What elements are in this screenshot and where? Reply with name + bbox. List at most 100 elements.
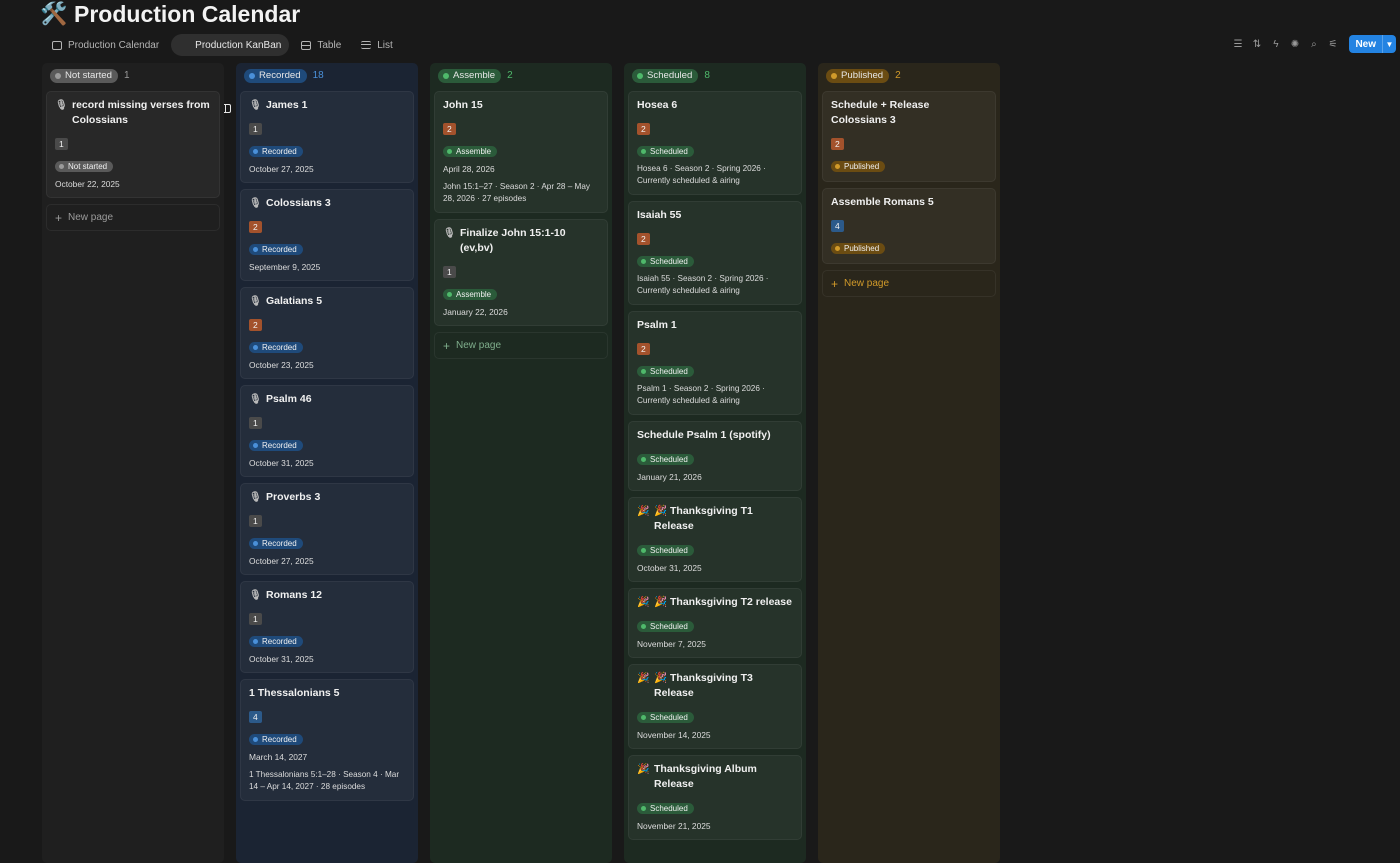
new-button-label[interactable]: New: [1349, 35, 1382, 53]
card-title-text: Colossians 3: [266, 197, 331, 209]
card-title[interactable]: 🎙 James 1: [249, 98, 405, 113]
kanban-card[interactable]: Isaiah 55 2 Scheduled Isaiah 55 · Season 2 …: [628, 201, 802, 305]
tab-production-kanban[interactable]: Production KanBan: [171, 34, 290, 113]
card-status-row: Assemble: [443, 284, 599, 306]
column-count: 2: [895, 70, 901, 81]
new-page-button[interactable]: + New page: [822, 270, 996, 297]
party-popper-icon: 🎉: [637, 673, 650, 684]
tab-list[interactable]: List: [353, 34, 401, 56]
card-status-row: Scheduled: [637, 141, 793, 163]
card-tag-row: 1: [249, 119, 405, 141]
card-title[interactable]: Schedule + Release Colossians 3: [831, 98, 987, 128]
card-title[interactable]: 🎙 Psalm 46: [249, 392, 405, 407]
kanban-card[interactable]: 1 Thessalonians 5 4 Recorded March 14, 2027…: [240, 679, 414, 801]
column-status-pill[interactable]: Not started: [50, 68, 118, 83]
card-number-tag: 4: [831, 220, 844, 232]
kanban-card[interactable]: Schedule + Release Colossians 3 2 Publishe…: [822, 91, 996, 182]
new-page-button[interactable]: + New page: [434, 332, 608, 359]
status-dot-icon: [641, 548, 646, 553]
sort-icon[interactable]: ⇅: [1250, 36, 1263, 53]
card-title[interactable]: Isaiah 55: [637, 208, 793, 223]
card-title[interactable]: Psalm 1: [637, 318, 793, 333]
new-button[interactable]: New ▼: [1349, 35, 1396, 53]
kanban-card[interactable]: 🎙 Galatians 5 2 Recorded October 23, 2025: [240, 287, 414, 379]
column-status-pill[interactable]: Published: [826, 68, 890, 83]
kanban-card[interactable]: 🎙 Finalize John 15:1-10 (ev,bv) 1 Assemble J…: [434, 219, 608, 326]
card-date: October 27, 2025: [249, 164, 314, 174]
kanban-card[interactable]: 🎙 record missing verses from Colossians 1 N…: [46, 91, 220, 198]
column-status-label: Assemble: [453, 70, 496, 81]
kanban-card[interactable]: 🎉 🎉 Thanksgiving T1 Release Scheduled Octob…: [628, 497, 802, 582]
card-status-label: Scheduled: [650, 713, 688, 722]
tab-table[interactable]: Table: [293, 34, 349, 56]
card-number-tag: 1: [249, 123, 262, 135]
kanban-card[interactable]: 🎙 Psalm 46 1 Recorded October 31, 2025: [240, 385, 414, 477]
card-number-tag: 1: [249, 515, 262, 527]
kanban-card[interactable]: 🎙 Romans 12 1 Recorded October 31, 2025: [240, 581, 414, 673]
page-title[interactable]: Production Calendar: [74, 1, 300, 28]
card-title[interactable]: Schedule Psalm 1 (spotify): [637, 428, 793, 443]
card-status-row: Published: [831, 238, 987, 256]
card-title[interactable]: 🎙 Colossians 3: [249, 196, 405, 211]
card-title[interactable]: 🎙 Finalize John 15:1-10 (ev,bv): [443, 226, 599, 256]
kanban-card[interactable]: Assemble Romans 5 4 Published: [822, 188, 996, 264]
kanban-card[interactable]: 🎙 Colossians 3 2 Recorded September 9, 2025: [240, 189, 414, 281]
card-title[interactable]: 🎙 Romans 12: [249, 588, 405, 603]
status-dot-icon: [641, 624, 646, 629]
card-title-text: Galatians 5: [266, 295, 323, 307]
card-title[interactable]: John 15: [443, 98, 599, 113]
card-title[interactable]: 🎙 Proverbs 3: [249, 490, 405, 505]
card-title[interactable]: 🎉 🎉 Thanksgiving T3 Release: [637, 671, 793, 701]
ai-icon[interactable]: ✺: [1288, 36, 1301, 53]
card-tag-row: 2: [249, 217, 405, 239]
card-status-pill: Published: [831, 243, 886, 254]
status-dot-icon: [253, 541, 258, 546]
column-count: 2: [507, 70, 513, 81]
chevron-down-icon[interactable]: ▼: [1382, 35, 1396, 53]
card-date: January 21, 2026: [637, 472, 702, 482]
microphone-icon: 🎙: [249, 492, 262, 503]
new-page-button[interactable]: + New page: [46, 204, 220, 231]
table-icon: [301, 40, 312, 50]
status-dot-icon: [253, 247, 258, 252]
card-title[interactable]: 🎉 Thanksgiving Album Release: [637, 762, 793, 792]
card-status-label: Recorded: [262, 539, 297, 548]
card-title-text: Schedule Psalm 1 (spotify): [637, 429, 771, 441]
kanban-card[interactable]: Psalm 1 2 Scheduled Psalm 1 · Season 2 · Sp…: [628, 311, 802, 415]
kanban-card[interactable]: 🎙 Proverbs 3 1 Recorded October 27, 2025: [240, 483, 414, 575]
card-title[interactable]: 🎙 record missing verses from Colossians: [55, 98, 211, 128]
kanban-card[interactable]: 🎉 🎉 Thanksgiving T3 Release Scheduled Novem…: [628, 664, 802, 749]
card-status-label: Scheduled: [650, 455, 688, 464]
kanban-card[interactable]: 🎉 Thanksgiving Album Release Scheduled Nove…: [628, 755, 802, 840]
kanban-card[interactable]: John 15 2 Assemble April 28, 2026 John 15:1–…: [434, 91, 608, 213]
search-icon[interactable]: ⌕: [1307, 36, 1320, 53]
card-date: March 14, 2027: [249, 752, 308, 762]
card-title[interactable]: Hosea 6: [637, 98, 793, 113]
kanban-card[interactable]: 🎙 James 1 1 Recorded October 27, 2025: [240, 91, 414, 183]
kanban-card[interactable]: Hosea 6 2 Scheduled Hosea 6 · Season 2 · Sp…: [628, 91, 802, 195]
column-status-pill[interactable]: Assemble: [438, 68, 502, 83]
card-status-label: Assemble: [456, 290, 492, 299]
tools-icon[interactable]: 🛠️: [40, 1, 68, 27]
card-status-label: Scheduled: [650, 622, 688, 631]
kanban-card[interactable]: 🎉 🎉 Thanksgiving T2 release Scheduled Novem…: [628, 588, 802, 658]
card-title[interactable]: 1 Thessalonians 5: [249, 686, 405, 701]
card-title[interactable]: 🎙 Galatians 5: [249, 294, 405, 309]
calendar-icon: [52, 40, 62, 50]
card-number-tag: 2: [637, 343, 650, 355]
settings-icon[interactable]: ⚟: [1326, 36, 1339, 53]
column-status-pill[interactable]: Scheduled: [632, 68, 699, 83]
column-status-pill[interactable]: Recorded: [244, 68, 307, 83]
filter-icon[interactable]: ☰: [1231, 36, 1244, 53]
card-title[interactable]: Assemble Romans 5: [831, 195, 987, 210]
card-title[interactable]: 🎉 🎉 Thanksgiving T1 Release: [637, 504, 793, 534]
microphone-icon: 🎙: [249, 296, 262, 307]
tab-production-calendar[interactable]: Production Calendar: [44, 34, 167, 56]
card-number-tag: 1: [443, 266, 456, 278]
automation-icon[interactable]: ϟ: [1269, 36, 1282, 53]
kanban-card[interactable]: Schedule Psalm 1 (spotify) Scheduled Janua…: [628, 421, 802, 491]
card-description: Psalm 1 · Season 2 · Spring 2026 · Curre…: [637, 384, 765, 405]
card-date: November 21, 2025: [637, 821, 711, 831]
card-tag-row: 2: [443, 119, 599, 141]
card-title[interactable]: 🎉 🎉 Thanksgiving T2 release: [637, 595, 793, 610]
